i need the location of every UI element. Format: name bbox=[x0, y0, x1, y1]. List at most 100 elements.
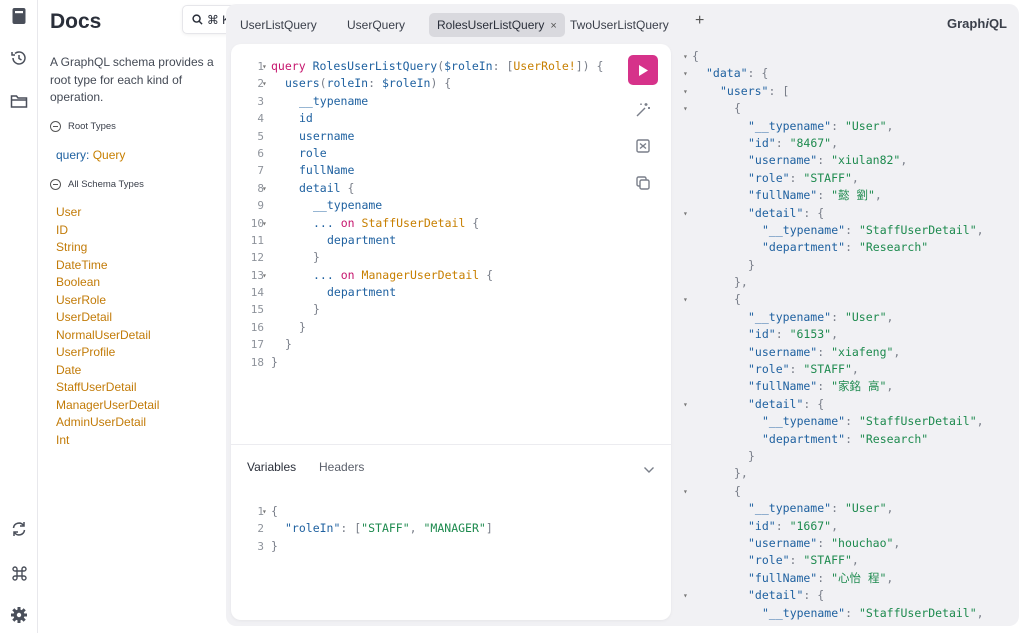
line-number: 14 bbox=[250, 286, 264, 300]
code-text: "__typename": "StaffUserDetail", bbox=[762, 605, 984, 620]
code-text: detail { bbox=[299, 180, 355, 195]
schema-type-link[interactable]: Date bbox=[56, 362, 159, 380]
docs-panel: Docs ⌘ K A GraphQL schema provides a roo… bbox=[38, 0, 240, 633]
code-line: "role": "STAFF", bbox=[676, 361, 1019, 378]
code-line: ▾ "data": { bbox=[676, 65, 1019, 82]
line-number: 16 bbox=[250, 320, 264, 334]
code-text: username bbox=[299, 128, 355, 143]
code-text: "__typename": "User", bbox=[748, 118, 894, 133]
fold-arrow-icon[interactable]: ▾ bbox=[683, 100, 688, 117]
code-text: users(roleIn: $roleIn) { bbox=[285, 76, 452, 91]
schema-type-link[interactable]: NormalUserDetail bbox=[56, 327, 159, 345]
graphiql-logo: GraphiQL bbox=[947, 16, 1007, 31]
editor-tools-bar: Variables Headers bbox=[231, 444, 671, 488]
fold-arrow-icon[interactable]: ▾ bbox=[262, 75, 270, 92]
line-number: 11 bbox=[250, 233, 264, 247]
search-icon bbox=[192, 14, 203, 25]
code-text: "id": "8467", bbox=[748, 135, 839, 150]
query-editor[interactable]: 1 ▾ query RolesUserListQuery($roleIn: [Use… bbox=[231, 44, 671, 620]
fold-arrow-icon[interactable]: ▾ bbox=[683, 65, 688, 82]
code-text: "role": "STAFF", bbox=[748, 553, 859, 568]
main-area: UserListQuery UserQuery RolesUserListQue… bbox=[226, 4, 1019, 626]
prettify-button[interactable] bbox=[632, 99, 654, 121]
copy-icon bbox=[636, 176, 650, 190]
schema-type-link[interactable]: ID bbox=[56, 222, 159, 240]
fold-arrow-icon[interactable]: ▾ bbox=[683, 483, 688, 500]
tab-userlistquery[interactable]: UserListQuery bbox=[232, 13, 325, 37]
schema-type-link[interactable]: User bbox=[56, 204, 159, 222]
code-line: "__typename": "StaffUserDetail", bbox=[676, 413, 1019, 430]
code-text: "__typename": "User", bbox=[748, 309, 894, 324]
fold-arrow-icon[interactable]: ▾ bbox=[683, 205, 688, 222]
schema-type-link[interactable]: String bbox=[56, 239, 159, 257]
result-viewer[interactable]: ▾{▾ "data": {▾ "users": [▾{"__typename": "… bbox=[676, 48, 1019, 626]
folder-icon[interactable] bbox=[7, 89, 31, 113]
history-icon[interactable] bbox=[7, 46, 31, 70]
gear-icon[interactable] bbox=[7, 603, 31, 627]
command-icon[interactable] bbox=[7, 561, 31, 585]
code-line: "department": "Research" bbox=[676, 431, 1019, 448]
fold-arrow-icon[interactable]: ▾ bbox=[683, 83, 688, 100]
tab-bar: UserListQuery UserQuery RolesUserListQue… bbox=[226, 13, 1019, 37]
book-icon[interactable] bbox=[7, 4, 31, 28]
schema-type-link[interactable]: StaffUserDetail bbox=[56, 379, 159, 397]
schema-type-link[interactable]: UserDetail bbox=[56, 309, 159, 327]
add-tab-button[interactable]: + bbox=[695, 12, 704, 30]
tab-rolesuserlistquery[interactable]: RolesUserListQuery × bbox=[429, 13, 565, 37]
code-text: "__typename": "StaffUserDetail", bbox=[762, 222, 984, 237]
code-text: } bbox=[271, 538, 278, 553]
schema-type-link[interactable]: Int bbox=[56, 432, 159, 450]
schema-type-link[interactable]: DateTime bbox=[56, 257, 159, 275]
tab-userquery[interactable]: UserQuery bbox=[339, 13, 413, 37]
fold-arrow-icon[interactable]: ▾ bbox=[262, 503, 270, 520]
line-number: 18 bbox=[250, 355, 264, 369]
code-text: "roleIn": ["STAFF", "MANAGER"] bbox=[285, 521, 493, 536]
code-text: "detail": { bbox=[748, 588, 825, 603]
schema-type-list: User ID String DateTime Boolean UserRole UserD… bbox=[56, 204, 159, 449]
run-button[interactable] bbox=[628, 55, 658, 85]
code-line: "fullName": "家銘 高", bbox=[676, 378, 1019, 395]
code-line: "__typename": "User", bbox=[676, 118, 1019, 135]
merge-fragments-button[interactable] bbox=[632, 135, 654, 157]
tab-headers[interactable]: Headers bbox=[319, 460, 364, 474]
schema-type-link[interactable]: ManagerUserDetail bbox=[56, 397, 159, 415]
code-text: "detail": { bbox=[748, 205, 825, 220]
code-line: ▾ "detail": { bbox=[676, 205, 1019, 222]
fold-arrow-icon[interactable]: ▾ bbox=[683, 48, 688, 65]
code-text: }, bbox=[734, 466, 748, 481]
chevron-down-icon[interactable] bbox=[643, 461, 655, 479]
fold-arrow-icon[interactable]: ▾ bbox=[262, 267, 270, 284]
schema-type-link[interactable]: AdminUserDetail bbox=[56, 414, 159, 432]
line-number: 10 bbox=[250, 216, 264, 230]
schema-type-link[interactable]: Boolean bbox=[56, 274, 159, 292]
schema-type-link[interactable]: UserRole bbox=[56, 292, 159, 310]
fold-arrow-icon[interactable]: ▾ bbox=[683, 396, 688, 413]
code-text: "role": "STAFF", bbox=[748, 170, 859, 185]
fold-arrow-icon[interactable]: ▾ bbox=[683, 587, 688, 604]
fold-arrow-icon[interactable]: ▾ bbox=[262, 58, 270, 75]
code-line: "username": "xiafeng", bbox=[676, 344, 1019, 361]
code-text: } bbox=[313, 250, 320, 265]
copy-query-button[interactable] bbox=[632, 172, 654, 194]
query-keyword: query bbox=[56, 148, 87, 162]
schema-type-link[interactable]: UserProfile bbox=[56, 344, 159, 362]
fold-arrow-icon[interactable]: ▾ bbox=[262, 180, 270, 197]
tab-twouserlistquery[interactable]: TwoUserListQuery bbox=[562, 13, 677, 37]
code-text: department bbox=[327, 232, 397, 247]
code-line: }, bbox=[676, 274, 1019, 291]
code-text: } bbox=[748, 448, 755, 463]
fold-arrow-icon[interactable]: ▾ bbox=[683, 291, 688, 308]
code-text: "username": "xiulan82", bbox=[748, 153, 908, 168]
code-text: "detail": { bbox=[748, 396, 825, 411]
query-type-link[interactable]: Query bbox=[93, 148, 126, 162]
fold-arrow-icon[interactable]: ▾ bbox=[262, 215, 270, 232]
tab-label: UserListQuery bbox=[240, 18, 317, 32]
refresh-icon[interactable] bbox=[7, 517, 31, 541]
code-line: "username": "xiulan82", bbox=[676, 152, 1019, 169]
root-query-type[interactable]: query: Query bbox=[56, 148, 125, 162]
graphiql-app: Docs ⌘ K A GraphQL schema provides a roo… bbox=[0, 0, 1024, 633]
collapse-icon bbox=[50, 121, 61, 132]
code-line: "role": "STAFF", bbox=[676, 170, 1019, 187]
tab-variables[interactable]: Variables bbox=[247, 460, 296, 474]
close-icon[interactable]: × bbox=[550, 20, 556, 32]
